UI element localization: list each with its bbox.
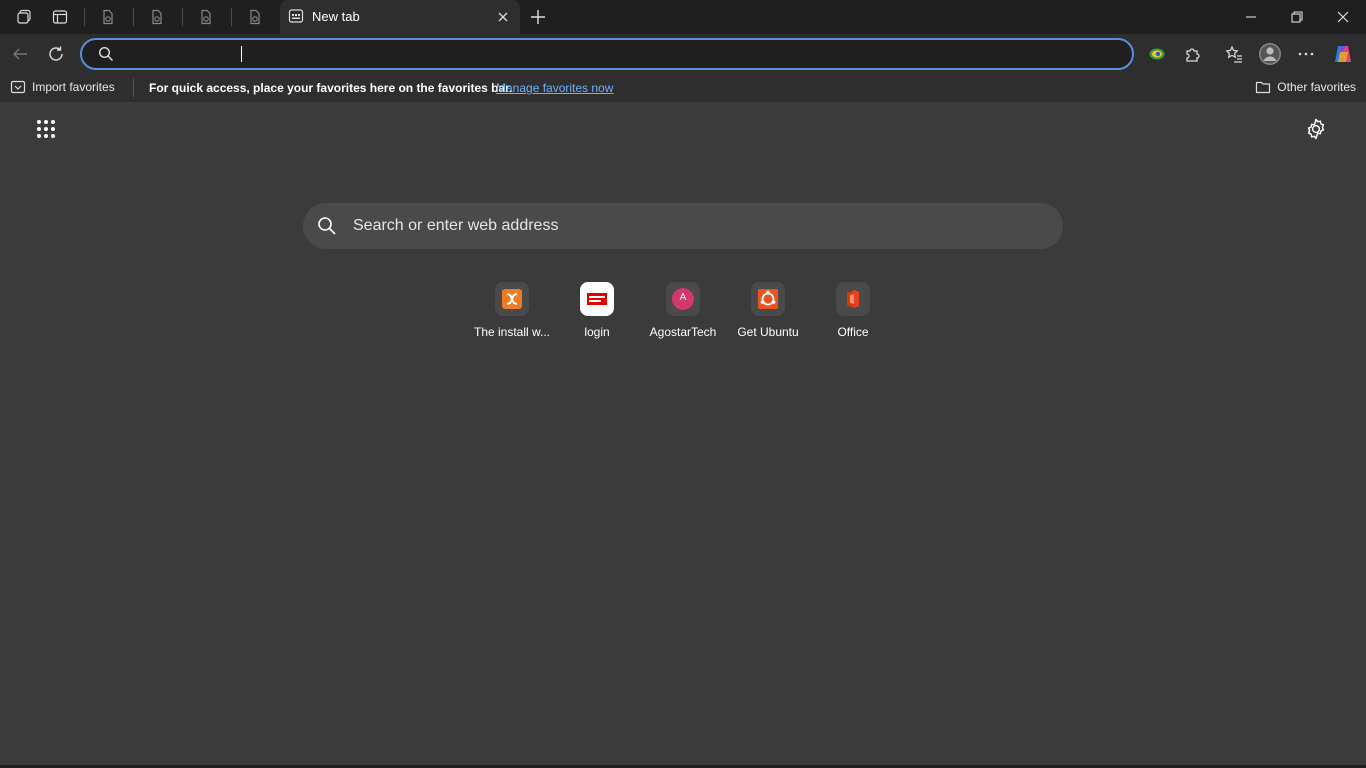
text-caret [241, 46, 242, 62]
letter-a-icon: A [666, 282, 700, 316]
document-icon [250, 9, 260, 25]
favorites-bar-message: For quick access, place your favorites h… [149, 81, 513, 95]
favorites-separator [133, 79, 134, 97]
quick-link-tile[interactable]: login [554, 282, 640, 342]
vertical-tabs-icon[interactable] [48, 5, 72, 29]
pinned-tab-1[interactable] [96, 5, 120, 29]
quick-link-tile[interactable]: The install w... [469, 282, 555, 342]
app-grid-icon [37, 120, 55, 138]
search-icon [98, 46, 114, 67]
minimize-icon [1246, 16, 1256, 18]
quick-link-label: Get Ubuntu [737, 325, 799, 339]
back-button[interactable] [8, 42, 32, 66]
pinned-tab-4[interactable] [243, 5, 267, 29]
restore-icon [1291, 11, 1303, 23]
plus-icon [531, 10, 545, 24]
tile-letter: A [679, 292, 687, 303]
import-icon [10, 80, 26, 94]
folder-icon [1256, 81, 1271, 94]
minimize-button[interactable] [1228, 0, 1274, 34]
gear-icon [1307, 118, 1325, 140]
airtel-icon [580, 282, 614, 316]
tab-separator [84, 8, 85, 26]
title-bar: New tab [0, 0, 1366, 34]
close-tab-icon[interactable] [494, 8, 512, 26]
puzzle-icon [1186, 48, 1200, 62]
page-settings-button[interactable] [1304, 117, 1328, 141]
xampp-icon [495, 282, 529, 316]
new-tab-page-icon [288, 8, 304, 29]
web-search-box[interactable]: Search or enter web address [303, 203, 1063, 249]
import-favorites-button[interactable]: Import favorites [10, 79, 115, 95]
document-icon [103, 9, 113, 25]
address-input[interactable] [122, 44, 1112, 64]
extensions-button[interactable] [1181, 42, 1205, 66]
tab-separator [133, 8, 134, 26]
workspaces-icon[interactable] [12, 5, 36, 29]
search-placeholder: Search or enter web address [353, 217, 559, 234]
new-tab-button[interactable] [526, 5, 550, 29]
refresh-button[interactable] [44, 42, 68, 66]
import-favorites-label: Import favorites [32, 80, 115, 94]
tab-separator [231, 8, 232, 26]
favorites-button[interactable] [1222, 42, 1246, 66]
close-window-button[interactable] [1320, 0, 1366, 34]
back-arrow-icon [13, 48, 27, 60]
quick-link-tile[interactable]: Get Ubuntu [725, 282, 811, 342]
profile-button[interactable] [1258, 42, 1282, 66]
quick-link-label: AgostarTech [649, 325, 717, 339]
restore-button[interactable] [1274, 0, 1320, 34]
quick-links: The install w... login A AgostarTech Get… [469, 282, 897, 342]
document-icon [152, 9, 162, 25]
other-favorites-button[interactable]: Other favorites [1255, 79, 1356, 95]
ubuntu-icon [751, 282, 785, 316]
other-favorites-label: Other favorites [1277, 80, 1356, 94]
tab-separator [182, 8, 183, 26]
address-bar[interactable] [80, 38, 1134, 70]
office-icon [836, 282, 870, 316]
pinned-tab-2[interactable] [145, 5, 169, 29]
search-icon [317, 216, 337, 241]
quick-link-tile[interactable]: A AgostarTech [640, 282, 726, 342]
favorites-bar: Import favorites For quick access, place… [0, 74, 1366, 102]
quick-link-label: Office [837, 325, 869, 339]
quick-link-label: The install w... [473, 325, 551, 339]
extension-colorful-icon[interactable] [1145, 42, 1169, 66]
pinned-tab-3[interactable] [194, 5, 218, 29]
star-list-icon [1225, 45, 1242, 63]
navigation-toolbar [0, 34, 1366, 74]
avatar-icon [1259, 43, 1281, 65]
refresh-icon [49, 46, 63, 61]
tab-new-tab[interactable]: New tab [280, 0, 520, 34]
copilot-icon [1335, 46, 1351, 62]
quick-link-label: login [584, 325, 610, 339]
more-dots-icon [1298, 52, 1314, 56]
document-icon [201, 9, 211, 25]
close-icon [1337, 11, 1349, 23]
copilot-button[interactable] [1331, 42, 1355, 66]
manage-favorites-link[interactable]: Manage favorites now [496, 81, 613, 95]
quick-link-tile[interactable]: Office [810, 282, 896, 342]
app-launcher-button[interactable] [34, 117, 58, 141]
settings-and-more-button[interactable] [1294, 42, 1318, 66]
tab-title: New tab [312, 9, 360, 24]
